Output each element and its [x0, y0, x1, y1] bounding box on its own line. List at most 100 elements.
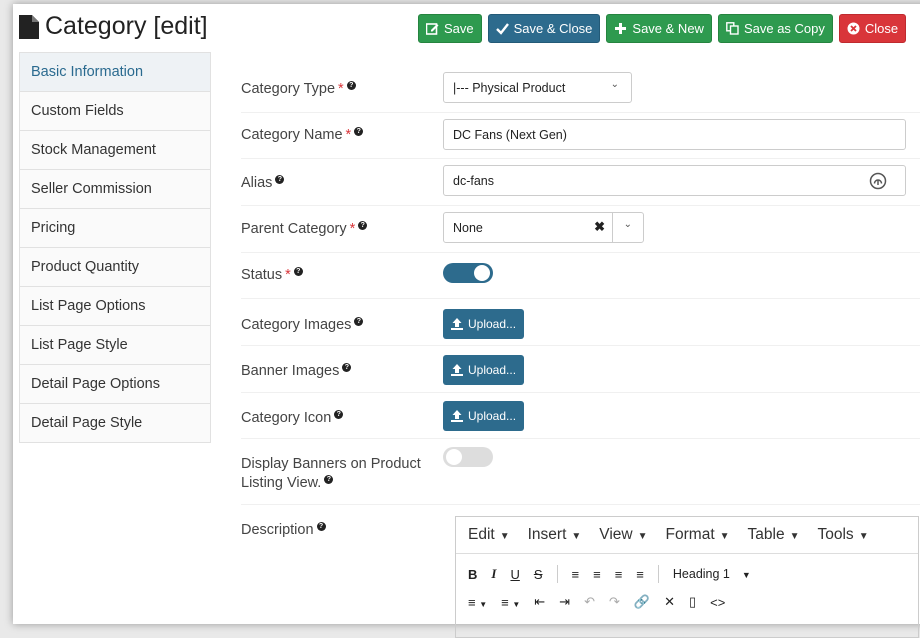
- help-icon: ?: [275, 175, 285, 185]
- status-toggle[interactable]: [443, 263, 493, 283]
- clear-icon[interactable]: ✖: [594, 219, 605, 235]
- upload-icon: [451, 318, 463, 330]
- upload-icon: [451, 410, 463, 422]
- save-new-button[interactable]: Save & New: [606, 14, 712, 43]
- sidebar-item-stock-management[interactable]: Stock Management: [20, 130, 210, 169]
- format-select[interactable]: Heading 1 ▼: [673, 567, 751, 581]
- toggle-knob: [474, 265, 490, 281]
- menu-view[interactable]: View ▼: [599, 526, 647, 544]
- check-icon: [495, 23, 509, 35]
- menu-tools[interactable]: Tools ▼: [818, 526, 869, 544]
- help-icon: ?: [342, 363, 352, 373]
- bookmark-icon[interactable]: ▯: [689, 594, 696, 610]
- menu-table[interactable]: Table ▼: [748, 526, 800, 544]
- description-row: Description?: [241, 521, 443, 540]
- divider: [241, 205, 920, 206]
- align-center-icon[interactable]: ≡: [593, 567, 601, 582]
- save-label: Save: [444, 21, 474, 36]
- divider: [241, 252, 920, 253]
- status-label: Status *?: [241, 266, 443, 285]
- toggle-knob: [446, 449, 462, 465]
- redo-icon[interactable]: ↷: [609, 594, 620, 610]
- sidebar-item-product-quantity[interactable]: Product Quantity: [20, 247, 210, 286]
- close-circle-icon: [847, 22, 860, 35]
- help-icon: ?: [334, 410, 344, 420]
- menu-format[interactable]: Format ▼: [666, 526, 730, 544]
- alias-input[interactable]: dc-fans: [443, 165, 906, 196]
- menu-insert[interactable]: Insert ▼: [528, 526, 582, 544]
- sidebar-item-detail-page-style[interactable]: Detail Page Style: [20, 403, 210, 442]
- plus-icon: [615, 23, 627, 34]
- code-icon[interactable]: <>: [710, 595, 725, 610]
- file-icon: [19, 14, 39, 39]
- category-type-value: |--- Physical Product: [453, 80, 566, 95]
- underline-icon[interactable]: U: [510, 567, 519, 582]
- alias-row: Alias?: [241, 174, 443, 193]
- sidebar-item-list-page-style[interactable]: List Page Style: [20, 325, 210, 364]
- align-justify-icon[interactable]: ≡: [636, 567, 644, 582]
- save-close-button[interactable]: Save & Close: [487, 14, 601, 43]
- sidebar-item-detail-page-options[interactable]: Detail Page Options: [20, 364, 210, 403]
- unlink-icon[interactable]: ✕: [664, 594, 675, 610]
- sidebar-item-custom-fields[interactable]: Custom Fields: [20, 91, 210, 130]
- italic-icon[interactable]: I: [491, 566, 496, 582]
- category-icon-upload-button[interactable]: Upload...: [443, 401, 525, 431]
- help-icon: ?: [324, 475, 334, 485]
- toolbar: Save Save & Close Save & New Save as Cop…: [418, 14, 907, 43]
- close-button[interactable]: Close: [838, 14, 907, 43]
- alias-value: dc-fans: [453, 173, 494, 188]
- fingerprint-icon[interactable]: [869, 172, 887, 193]
- banner-images-upload-button[interactable]: Upload...: [443, 355, 525, 385]
- category-name-row: Category Name *?: [241, 126, 443, 145]
- copy-icon: [726, 22, 739, 35]
- divider: [241, 158, 920, 159]
- description-label: Description?: [241, 521, 443, 540]
- align-right-icon[interactable]: ≡: [615, 567, 623, 582]
- description-editor[interactable]: Edit ▼ Insert ▼ View ▼ Format ▼ Table ▼ Tools…: [455, 516, 919, 638]
- help-icon: ?: [354, 127, 364, 137]
- save-copy-button[interactable]: Save as Copy: [717, 14, 833, 43]
- select-divider: [612, 213, 613, 242]
- strikethrough-icon[interactable]: S: [534, 567, 543, 582]
- align-left-icon[interactable]: ≡: [572, 567, 580, 582]
- category-type-label: Category Type *?: [241, 80, 443, 99]
- category-images-upload-button[interactable]: Upload...: [443, 309, 525, 339]
- outdent-icon[interactable]: ⇤: [534, 594, 545, 610]
- bullet-list-icon[interactable]: ≡ ▼: [468, 595, 487, 610]
- alias-label: Alias?: [241, 174, 443, 193]
- category-type-select[interactable]: |--- Physical Product ⌄: [443, 72, 632, 103]
- sidebar-item-pricing[interactable]: Pricing: [20, 208, 210, 247]
- separator: [556, 565, 558, 583]
- category-name-input[interactable]: DC Fans (Next Gen): [443, 119, 906, 150]
- sidebar-item-list-page-options[interactable]: List Page Options: [20, 286, 210, 325]
- category-icon-label: Category Icon?: [241, 409, 443, 428]
- editor-menubar: Edit ▼ Insert ▼ View ▼ Format ▼ Table ▼ Tools…: [456, 517, 918, 554]
- edit-icon: [426, 23, 439, 35]
- save-button[interactable]: Save: [418, 14, 482, 43]
- divider: [241, 438, 920, 439]
- banner-images-row: Banner Images?: [241, 362, 443, 381]
- editor-toolbar-row2: ≡ ▼ ≡ ▼ ⇤ ⇥ ↶ ↷ 🔗 ✕ ▯ <>: [456, 592, 918, 612]
- sidebar-item-basic-information[interactable]: Basic Information: [20, 52, 210, 91]
- upload-icon: [451, 364, 463, 376]
- category-images-row: Category Images?: [241, 316, 443, 335]
- parent-category-select[interactable]: None ✖ ⌄: [443, 212, 644, 243]
- upload-label: Upload...: [468, 409, 517, 423]
- banner-images-label: Banner Images?: [241, 362, 443, 381]
- menu-edit[interactable]: Edit ▼: [468, 526, 510, 544]
- category-type-row: Category Type *?: [241, 80, 443, 99]
- indent-icon[interactable]: ⇥: [559, 594, 570, 610]
- chevron-down-icon[interactable]: ⌄: [624, 219, 632, 230]
- help-icon: ?: [293, 267, 303, 277]
- divider: [241, 392, 920, 393]
- display-banners-toggle[interactable]: [443, 447, 493, 467]
- chevron-down-icon: ⌄: [610, 79, 619, 90]
- save-copy-label: Save as Copy: [743, 21, 825, 36]
- status-row: Status *?: [241, 266, 443, 285]
- numbered-list-icon[interactable]: ≡ ▼: [501, 595, 520, 610]
- bold-icon[interactable]: B: [468, 567, 477, 582]
- divider: [241, 504, 920, 505]
- undo-icon[interactable]: ↶: [584, 594, 595, 610]
- link-icon[interactable]: 🔗: [634, 594, 650, 610]
- sidebar-item-seller-commission[interactable]: Seller Commission: [20, 169, 210, 208]
